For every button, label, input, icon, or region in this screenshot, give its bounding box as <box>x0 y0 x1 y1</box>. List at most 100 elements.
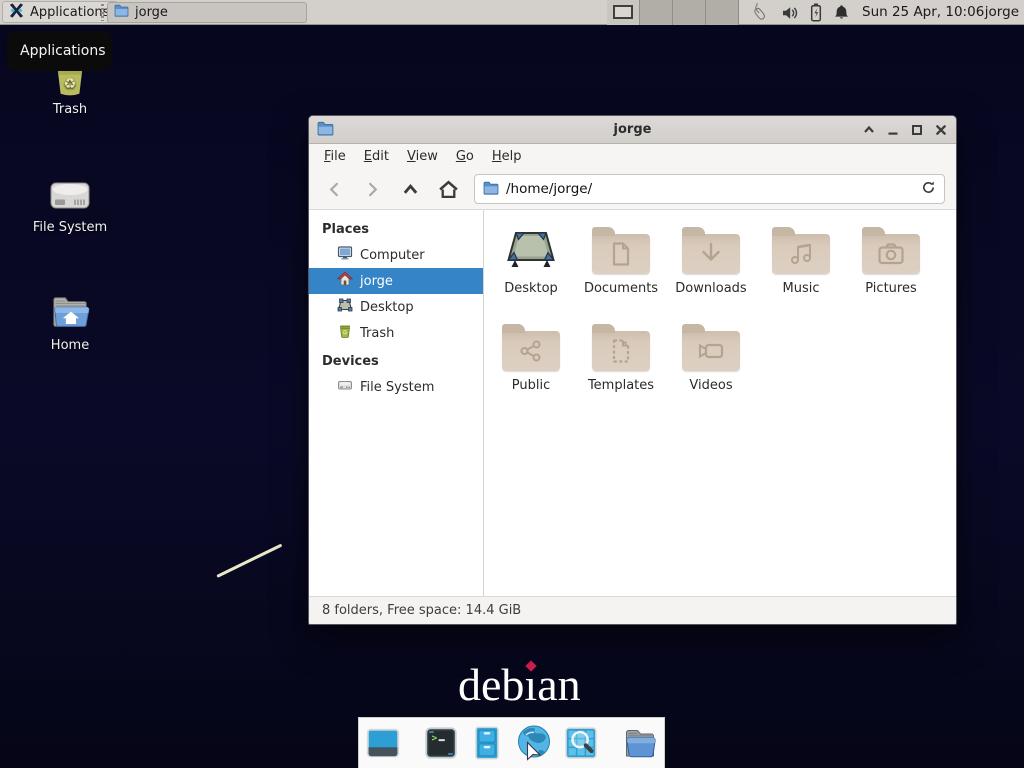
videos-folder-icon <box>682 315 740 377</box>
desktop-icon-filesystem[interactable]: File System <box>22 170 118 235</box>
pictures-folder-icon <box>862 218 920 280</box>
drive-mini-icon <box>337 377 353 397</box>
tooltip-text: Applications <box>20 43 106 59</box>
desktop-mini-icon <box>337 297 353 317</box>
logo-i: ı <box>524 659 537 710</box>
menubar: File Edit View Go Help <box>309 144 956 169</box>
computer-icon <box>337 245 353 265</box>
file-item-desktop[interactable]: Desktop <box>486 218 576 315</box>
titlebar[interactable]: jorge <box>309 116 956 144</box>
workspace-3[interactable] <box>673 0 706 25</box>
file-list: Desktop Documents Downloads <box>484 210 956 596</box>
minimize-button[interactable] <box>886 123 900 137</box>
downloads-folder-icon <box>682 218 740 280</box>
svg-text:♻: ♻ <box>342 330 347 337</box>
menu-edit[interactable]: Edit <box>355 144 398 169</box>
reload-icon[interactable] <box>921 180 936 199</box>
sidebar-item-label: Computer <box>360 248 425 263</box>
sidebar-item-filesystem[interactable]: File System <box>309 374 483 400</box>
close-button[interactable] <box>934 123 948 137</box>
file-cabinet-icon[interactable] <box>468 723 506 763</box>
sidebar-item-jorge[interactable]: jorge <box>309 268 483 294</box>
file-label: Desktop <box>504 281 558 296</box>
file-label: Templates <box>588 378 654 393</box>
volume-icon[interactable] <box>781 4 799 22</box>
desktop-icon-home[interactable]: Home <box>22 288 118 353</box>
show-desktop-icon[interactable] <box>364 723 402 763</box>
forward-button[interactable] <box>360 176 384 202</box>
desktop-folder-icon <box>503 218 559 280</box>
home-folder-icon <box>22 288 118 334</box>
desktop-icon-label: Home <box>22 338 118 353</box>
desktop: Applications jorge <box>0 0 1024 768</box>
public-folder-icon <box>502 315 560 377</box>
bottom-dock: > <box>358 717 665 768</box>
window-controls <box>862 116 948 144</box>
file-item-public[interactable]: Public <box>486 315 576 412</box>
workspace-1[interactable] <box>607 0 640 25</box>
workspace-switcher <box>607 0 739 25</box>
back-button[interactable] <box>322 176 346 202</box>
file-item-templates[interactable]: Templates <box>576 315 666 412</box>
workspace-window-preview <box>613 5 633 19</box>
panel-clock[interactable]: Sun 25 Apr, 10:06 <box>862 0 984 25</box>
panel-username[interactable]: jorge <box>985 0 1019 25</box>
file-manager-icon[interactable] <box>620 723 660 763</box>
path-text[interactable]: /home/jorge/ <box>506 181 914 197</box>
menu-view[interactable]: View <box>398 144 447 169</box>
harddrive-icon <box>22 170 118 216</box>
documents-folder-icon <box>592 218 650 280</box>
sidebar-item-computer[interactable]: Computer <box>309 242 483 268</box>
file-item-documents[interactable]: Documents <box>576 218 666 315</box>
sidebar-item-label: jorge <box>360 274 393 289</box>
menu-file[interactable]: File <box>315 144 355 169</box>
home-icon <box>337 271 353 291</box>
terminal-icon[interactable]: > <box>422 723 460 763</box>
logo-part: an <box>537 659 580 710</box>
window-title: jorge <box>309 122 956 137</box>
taskbar-window-label: jorge <box>135 5 168 20</box>
sidebar-item-trash[interactable]: ♻ Trash <box>309 320 483 346</box>
trash-mini-icon: ♻ <box>337 323 353 343</box>
application-finder-icon[interactable] <box>562 723 600 763</box>
sidebar: Places Computer jorge Desktop ♻ Trash <box>309 210 484 596</box>
shade-button[interactable] <box>862 123 876 137</box>
file-label: Pictures <box>865 281 916 296</box>
up-button[interactable] <box>398 176 422 202</box>
workspace-4[interactable] <box>706 0 739 25</box>
home-button[interactable] <box>436 176 460 202</box>
workspace-2[interactable] <box>640 0 673 25</box>
menu-help[interactable]: Help <box>483 144 531 169</box>
logo-part: deb <box>458 659 524 710</box>
battery-charging-icon[interactable] <box>810 3 822 22</box>
svg-text:♻: ♻ <box>64 76 77 92</box>
debian-wallpaper-logo: debıan <box>458 658 581 711</box>
applications-tooltip: Applications <box>7 31 112 71</box>
maximize-button[interactable] <box>910 123 924 137</box>
notifications-bell-icon[interactable] <box>833 4 850 21</box>
file-label: Public <box>512 378 550 393</box>
mouse-settings-icon[interactable] <box>749 3 770 23</box>
file-item-pictures[interactable]: Pictures <box>846 218 936 315</box>
svg-text:>: > <box>432 733 438 744</box>
path-folder-icon <box>483 180 499 199</box>
applications-menu-label: Applications <box>30 5 109 20</box>
file-item-downloads[interactable]: Downloads <box>666 218 756 315</box>
statusbar: 8 folders, Free space: 14.4 GiB <box>309 596 956 624</box>
sidebar-header-places: Places <box>309 217 483 242</box>
file-item-music[interactable]: Music <box>756 218 846 315</box>
path-entry[interactable]: /home/jorge/ <box>474 174 945 204</box>
file-label: Videos <box>689 378 732 393</box>
desktop-icon-label: Trash <box>22 102 118 117</box>
top-panel: Applications jorge <box>0 0 1024 25</box>
menu-go[interactable]: Go <box>447 144 483 169</box>
wallpaper-line-artifact <box>216 544 282 578</box>
folder-icon <box>114 4 129 21</box>
file-item-videos[interactable]: Videos <box>666 315 756 412</box>
sidebar-item-desktop[interactable]: Desktop <box>309 294 483 320</box>
taskbar-window-button[interactable]: jorge <box>107 2 307 23</box>
toolbar: /home/jorge/ <box>309 169 956 210</box>
web-browser-icon[interactable] <box>514 723 554 763</box>
sidebar-item-label: File System <box>360 380 434 395</box>
sidebar-item-label: Trash <box>360 326 394 341</box>
